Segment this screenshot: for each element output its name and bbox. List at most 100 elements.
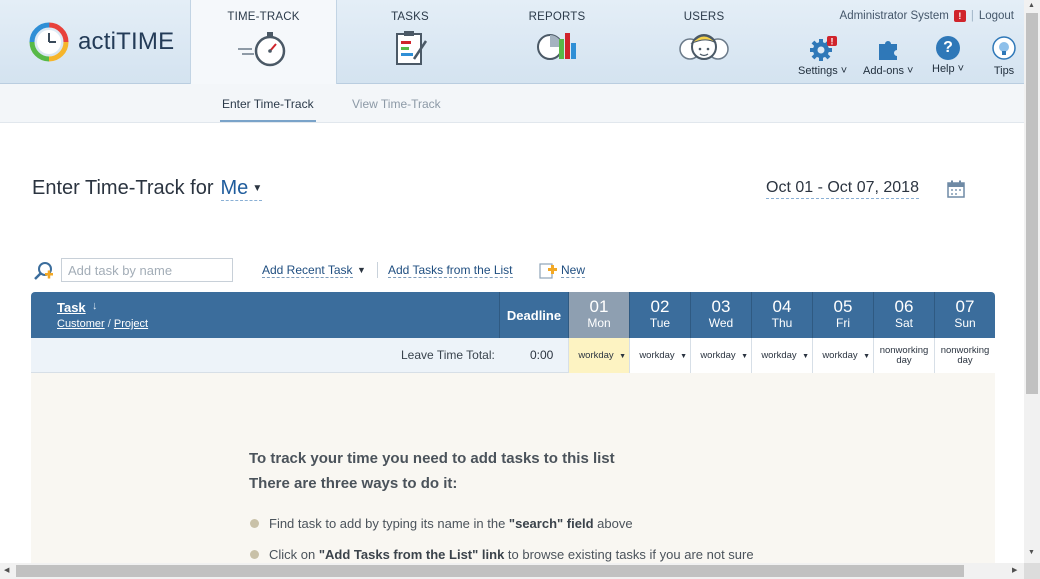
day-status-dropdown-fri[interactable]: workday ▼ bbox=[812, 338, 873, 373]
users-icon bbox=[679, 34, 729, 60]
tips-button[interactable]: Tips bbox=[991, 36, 1017, 77]
day-name: Fri bbox=[836, 316, 850, 330]
leave-time-row: Leave Time Total: 0:00 workday ▼ workday… bbox=[31, 338, 995, 373]
settings-menu[interactable]: ! Settings ˅ bbox=[798, 36, 847, 77]
deadline-column-header: Deadline bbox=[499, 292, 568, 338]
day-header-mon[interactable]: 01 Mon bbox=[568, 292, 629, 338]
caret-down-icon: ▼ bbox=[863, 353, 870, 360]
tab-time-track[interactable]: TIME-TRACK bbox=[191, 0, 337, 85]
day-name: Mon bbox=[587, 316, 611, 330]
day-number: 07 bbox=[955, 297, 975, 316]
caret-down-icon: ▼ bbox=[680, 353, 687, 360]
calendar-icon[interactable] bbox=[947, 180, 965, 198]
hint-item: Find task to add by typing its name in t… bbox=[250, 516, 633, 531]
scroll-left-icon[interactable]: ◀ bbox=[4, 566, 9, 574]
gear-icon: ! bbox=[809, 36, 837, 61]
reports-chart-icon bbox=[537, 33, 576, 60]
tab-label: USERS bbox=[683, 11, 725, 23]
day-status-text: workday bbox=[700, 349, 736, 361]
empty-state-title: To track your time you need to add tasks… bbox=[249, 446, 615, 496]
separator: | bbox=[970, 10, 974, 22]
customer-project-links: Customer / Project bbox=[57, 318, 148, 330]
search-add-icon[interactable] bbox=[32, 261, 54, 281]
tab-users[interactable]: USERS bbox=[631, 0, 777, 84]
subtab-view-time-track[interactable]: View Time-Track bbox=[352, 97, 441, 111]
logout-link[interactable]: Logout bbox=[979, 10, 1014, 22]
day-number: 05 bbox=[833, 297, 853, 316]
day-status-text: nonworking day bbox=[879, 344, 929, 366]
vertical-scrollbar[interactable]: ▲ ▼ bbox=[1024, 0, 1040, 563]
sort-down-icon[interactable]: ↓ bbox=[92, 300, 98, 312]
scroll-right-icon[interactable]: ▶ bbox=[1012, 566, 1017, 574]
addons-menu[interactable]: Add-ons ˅ bbox=[863, 36, 913, 77]
stopwatch-icon bbox=[237, 32, 285, 67]
day-number: 06 bbox=[894, 297, 914, 316]
day-status-dropdown-thu[interactable]: workday ▼ bbox=[751, 338, 812, 373]
app-logo[interactable]: actiTIME bbox=[0, 0, 191, 84]
horizontal-scrollbar[interactable]: ◀ ▶ bbox=[0, 563, 1024, 579]
day-status-dropdown-tue[interactable]: workday ▼ bbox=[629, 338, 690, 373]
task-sort-link[interactable]: Task bbox=[57, 300, 86, 315]
hint-text: Click on "Add Tasks from the List" link … bbox=[269, 547, 754, 562]
user-bar: Administrator System ! | Logout bbox=[840, 10, 1014, 22]
user-selector-value: Me bbox=[220, 177, 249, 199]
project-sort-link[interactable]: Project bbox=[114, 318, 148, 330]
day-header-fri[interactable]: 05 Fri bbox=[812, 292, 873, 338]
task-column-header: Task ↓ Customer / Project bbox=[31, 292, 499, 338]
page-title-text: Enter Time-Track for bbox=[32, 177, 214, 199]
day-number: 01 bbox=[589, 297, 609, 316]
addons-label: Add-ons ˅ bbox=[863, 65, 914, 77]
leave-time-label: Leave Time Total: bbox=[401, 348, 495, 362]
tips-label: Tips bbox=[993, 65, 1015, 77]
day-status-text: workday bbox=[761, 349, 797, 361]
date-range-selector[interactable]: Oct 01 - Oct 07, 2018 bbox=[766, 179, 919, 199]
empty-state-title-line: There are three ways to do it: bbox=[249, 475, 458, 492]
svg-text:!: ! bbox=[830, 37, 833, 47]
settings-label: Settings ˅ bbox=[798, 65, 848, 77]
user-name[interactable]: Administrator System bbox=[840, 10, 949, 22]
day-header-sun[interactable]: 07 Sun bbox=[934, 292, 995, 338]
day-header-wed[interactable]: 03 Wed bbox=[690, 292, 751, 338]
hint-text: Find task to add by typing its name in t… bbox=[269, 516, 633, 531]
new-task-icon[interactable] bbox=[539, 262, 557, 279]
caret-down-icon: ▼ bbox=[252, 183, 263, 194]
day-header-sat[interactable]: 06 Sat bbox=[873, 292, 934, 338]
sub-navigation: Enter Time-Track View Time-Track bbox=[0, 84, 1024, 123]
day-header-tue[interactable]: 02 Tue bbox=[629, 292, 690, 338]
alert-icon[interactable]: ! bbox=[953, 10, 966, 22]
task-search-input[interactable] bbox=[61, 258, 233, 282]
add-tasks-from-list-link[interactable]: Add Tasks from the List bbox=[388, 263, 513, 278]
new-task-link[interactable]: New bbox=[561, 263, 586, 278]
tab-tasks[interactable]: TASKS bbox=[337, 0, 483, 84]
page-title: Enter Time-Track for Me ▼ bbox=[32, 177, 263, 201]
day-status-text: workday bbox=[639, 349, 675, 361]
day-header-thu[interactable]: 04 Thu bbox=[751, 292, 812, 338]
user-selector[interactable]: Me ▼ bbox=[220, 177, 263, 201]
bullet-icon bbox=[250, 550, 259, 559]
customer-sort-link[interactable]: Customer bbox=[57, 318, 105, 330]
add-recent-task-link[interactable]: Add Recent Task bbox=[262, 263, 353, 278]
day-name: Sun bbox=[954, 316, 976, 330]
toolbar-separator bbox=[377, 262, 378, 278]
day-name: Thu bbox=[771, 316, 793, 330]
scroll-up-icon[interactable]: ▲ bbox=[1028, 2, 1035, 9]
help-menu[interactable]: ? Help ˅ bbox=[932, 36, 964, 75]
logo-text: actiTIME bbox=[78, 28, 175, 55]
active-subtab-indicator bbox=[220, 120, 316, 122]
day-status-dropdown-wed[interactable]: workday ▼ bbox=[690, 338, 751, 373]
tab-reports[interactable]: REPORTS bbox=[483, 0, 631, 84]
day-name: Wed bbox=[708, 316, 734, 330]
scrollbar-thumb[interactable] bbox=[1026, 13, 1038, 394]
question-icon: ? bbox=[936, 36, 961, 60]
task-list-icon bbox=[396, 31, 428, 65]
day-number: 04 bbox=[772, 297, 792, 316]
day-status-dropdown-mon[interactable]: workday ▼ bbox=[568, 338, 629, 373]
subtab-enter-time-track[interactable]: Enter Time-Track bbox=[222, 97, 314, 111]
scrollbar-thumb[interactable] bbox=[16, 565, 964, 577]
caret-down-icon[interactable]: ▼ bbox=[357, 265, 366, 275]
scroll-down-icon[interactable]: ▼ bbox=[1028, 549, 1035, 556]
day-number: 03 bbox=[711, 297, 731, 316]
tab-label: TIME-TRACK bbox=[227, 11, 300, 23]
leave-time-total: 0:00 bbox=[530, 348, 554, 362]
puzzle-icon bbox=[879, 41, 898, 60]
